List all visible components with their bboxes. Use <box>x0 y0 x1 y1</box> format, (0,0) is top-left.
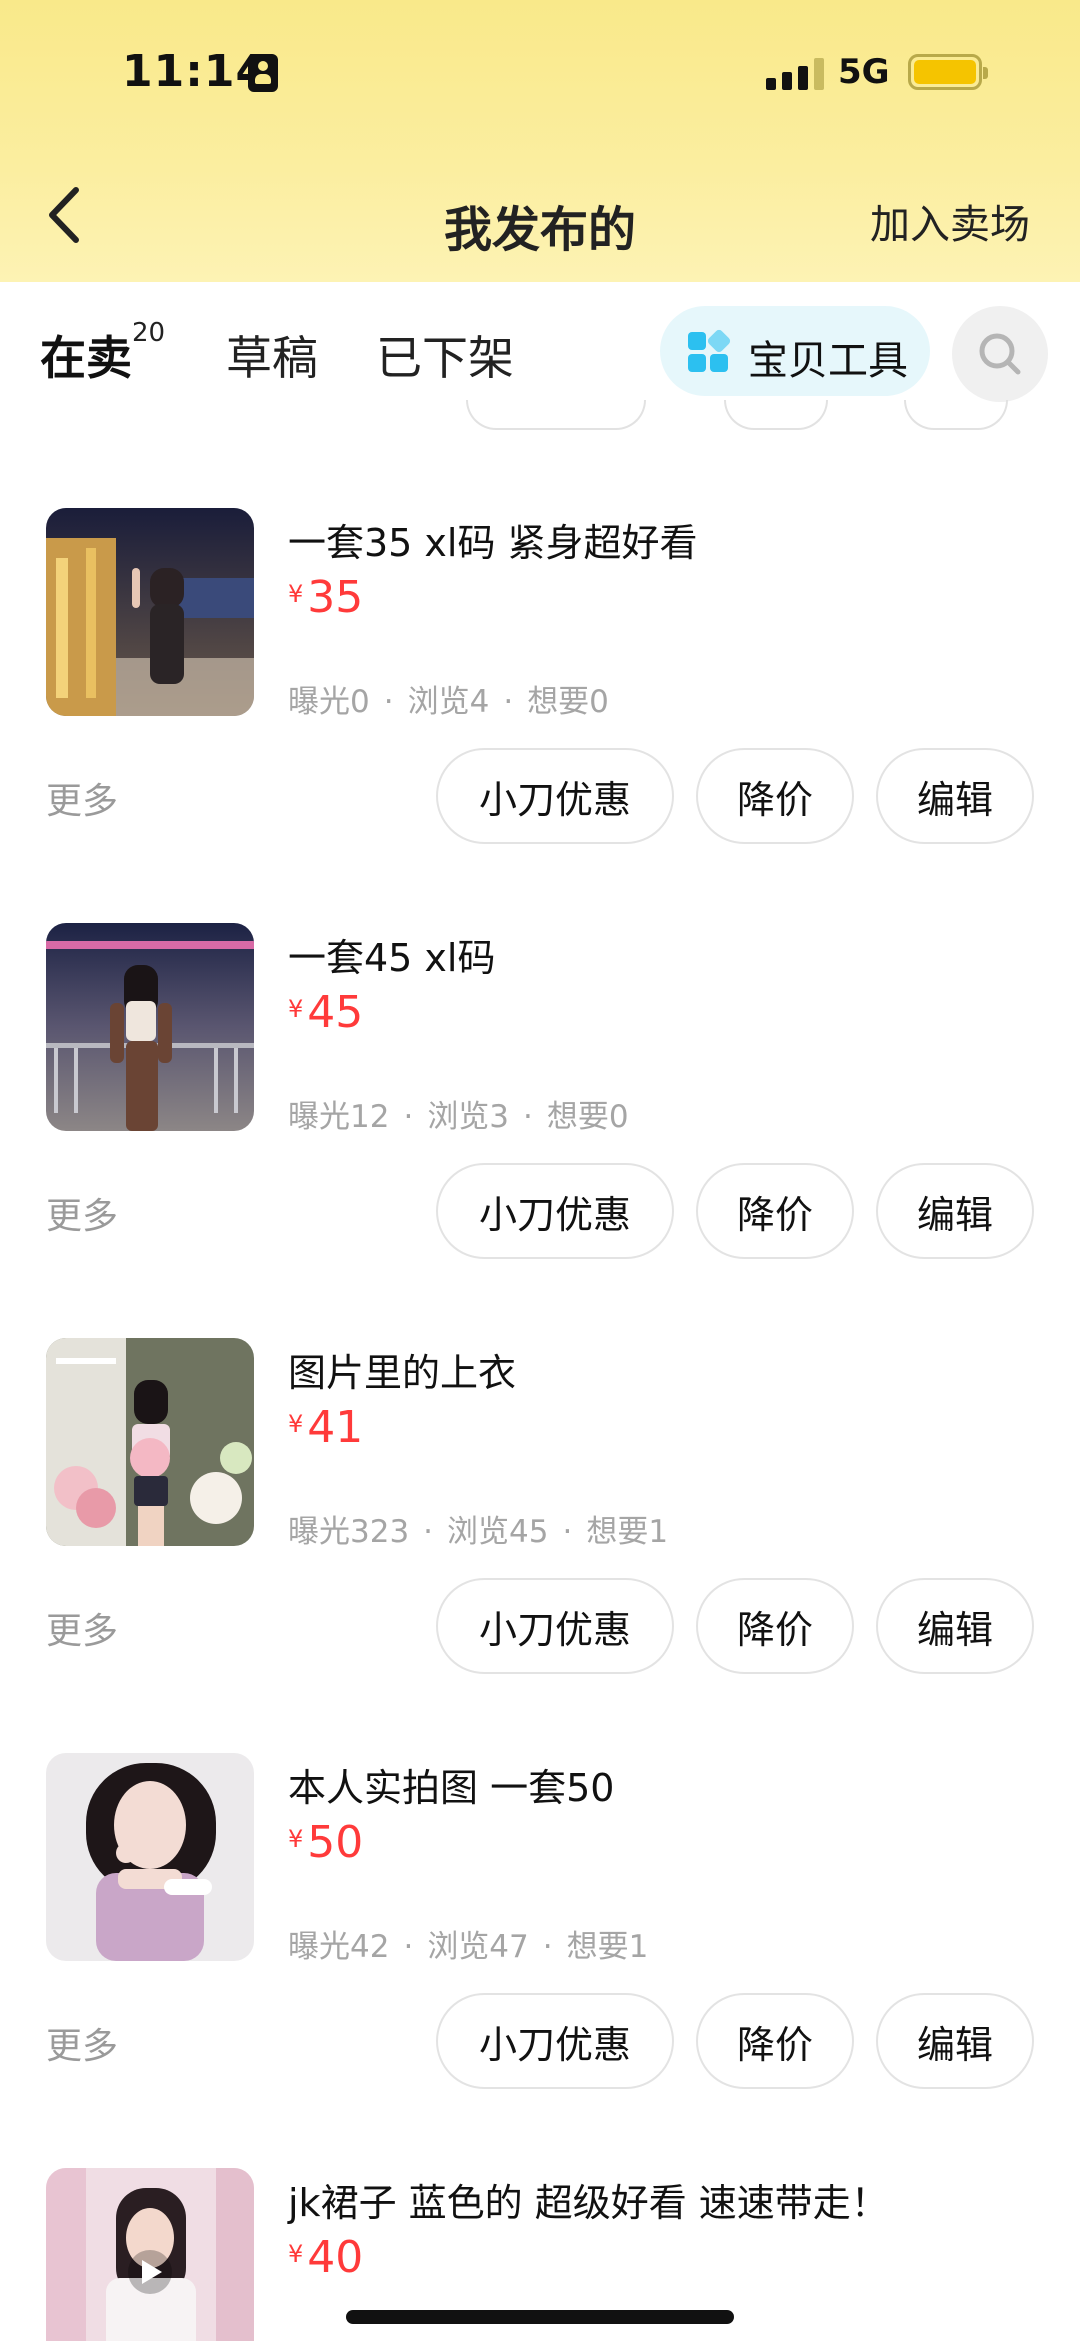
grid-tools-icon <box>688 328 732 374</box>
item-title[interactable]: 一套45 xl码 <box>288 927 495 982</box>
product-photo[interactable] <box>46 508 254 716</box>
exposure-count: 曝光0 <box>288 684 370 720</box>
edit-button[interactable]: 编辑 <box>876 1578 1034 1674</box>
item-title[interactable]: 图片里的上衣 <box>288 1342 516 1397</box>
exposure-count: 曝光12 <box>288 1099 390 1135</box>
tab-delisted[interactable]: 已下架 <box>376 322 514 388</box>
currency-symbol: ¥ <box>288 580 304 608</box>
price-drop-button[interactable]: 降价 <box>696 1578 854 1674</box>
tab-label: 草稿 <box>226 331 318 385</box>
tab-on-sale[interactable]: 在卖 <box>38 322 136 388</box>
want-count: 想要0 <box>546 1099 629 1135</box>
network-type: 5G <box>838 52 890 92</box>
knife-discount-button[interactable]: 小刀优惠 <box>436 1163 674 1259</box>
scrolled-item-buttons <box>0 400 1080 430</box>
product-photo[interactable] <box>46 1338 254 1546</box>
signal-icon <box>766 58 824 90</box>
tab-label: 在卖 <box>40 331 132 385</box>
more-button[interactable]: 更多 <box>46 1602 118 1654</box>
more-button[interactable]: 更多 <box>46 772 118 824</box>
item-price: ¥35 <box>288 572 363 623</box>
view-count: 浏览3 <box>427 1099 510 1135</box>
price-drop-button[interactable]: 降价 <box>696 1993 854 2089</box>
item-title[interactable]: 一套35 xl码 紧身超好看 <box>288 512 698 567</box>
listing-item[interactable]: 一套35 xl码 紧身超好看 ¥35 曝光0 · 浏览4 · 想要0 更多 小刀优惠 降… <box>0 508 1080 923</box>
item-price: ¥41 <box>288 1402 363 1453</box>
more-button[interactable]: 更多 <box>46 1187 118 1239</box>
item-stats: 曝光0 · 浏览4 · 想要0 <box>288 684 609 720</box>
item-stats: 曝光42 · 浏览47 · 想要1 <box>288 1929 649 1965</box>
view-count: 浏览45 <box>447 1514 549 1550</box>
item-stats: 曝光323 · 浏览45 · 想要1 <box>288 1514 669 1550</box>
edit-button[interactable]: 编辑 <box>876 748 1034 844</box>
view-count: 浏览47 <box>427 1929 529 1965</box>
price-value: 35 <box>307 572 364 623</box>
item-stats: 曝光12 · 浏览3 · 想要0 <box>288 1099 629 1135</box>
listing-item[interactable]: 本人实拍图 一套50 ¥50 曝光42 · 浏览47 · 想要1 更多 小刀优惠 降价 … <box>0 1753 1080 2168</box>
price-drop-button[interactable]: 降价 <box>696 748 854 844</box>
price-value: 41 <box>307 1402 364 1453</box>
price-value: 40 <box>307 2232 364 2283</box>
listing-item[interactable]: 一套45 xl码 ¥45 曝光12 · 浏览3 · 想要0 更多 小刀优惠 降价 编辑 <box>0 923 1080 1338</box>
more-button[interactable]: 更多 <box>46 2017 118 2069</box>
on-sale-count-badge: 20 <box>132 318 166 348</box>
item-price: ¥50 <box>288 1817 363 1868</box>
edit-button[interactable]: 编辑 <box>876 1163 1034 1259</box>
header: 11:14 5G 我发布的 加入卖场 <box>0 0 1080 282</box>
focus-mode-icon <box>248 54 278 92</box>
exposure-count: 曝光42 <box>288 1929 390 1965</box>
price-drop-button[interactable]: 降价 <box>696 1163 854 1259</box>
currency-symbol: ¥ <box>288 995 304 1023</box>
price-value: 45 <box>307 987 364 1038</box>
search-button[interactable] <box>952 306 1048 402</box>
join-market-button[interactable]: 加入卖场 <box>870 192 1030 250</box>
search-icon <box>979 333 1021 375</box>
want-count: 想要1 <box>566 1929 649 1965</box>
product-video-thumbnail[interactable] <box>46 2168 254 2341</box>
tab-label: 已下架 <box>376 331 514 385</box>
status-time: 11:14 <box>122 46 268 97</box>
price-value: 50 <box>307 1817 364 1868</box>
view-count: 浏览4 <box>407 684 490 720</box>
product-photo[interactable] <box>46 923 254 1131</box>
currency-symbol: ¥ <box>288 1825 304 1853</box>
item-tools-label: 宝贝工具 <box>748 338 908 384</box>
product-photo[interactable] <box>46 1753 254 1961</box>
home-indicator[interactable] <box>346 2310 734 2324</box>
knife-discount-button[interactable]: 小刀优惠 <box>436 1993 674 2089</box>
exposure-count: 曝光323 <box>288 1514 410 1550</box>
listing-item[interactable]: 图片里的上衣 ¥41 曝光323 · 浏览45 · 想要1 更多 小刀优惠 降价 编辑 <box>0 1338 1080 1753</box>
currency-symbol: ¥ <box>288 1410 304 1438</box>
item-title[interactable]: jk裙子 蓝色的 超级好看 速速带走！ <box>288 2172 889 2227</box>
knife-discount-button[interactable]: 小刀优惠 <box>436 748 674 844</box>
knife-discount-button[interactable]: 小刀优惠 <box>436 1578 674 1674</box>
currency-symbol: ¥ <box>288 2240 304 2268</box>
item-price: ¥40 <box>288 2232 363 2283</box>
item-price: ¥45 <box>288 987 363 1038</box>
edit-button[interactable]: 编辑 <box>876 1993 1034 2089</box>
battery-icon <box>908 54 988 90</box>
want-count: 想要0 <box>527 684 609 720</box>
item-title[interactable]: 本人实拍图 一套50 <box>288 1757 614 1812</box>
want-count: 想要1 <box>586 1514 669 1550</box>
item-tools-button[interactable]: 宝贝工具 <box>660 306 930 396</box>
tab-drafts[interactable]: 草稿 <box>226 322 318 388</box>
